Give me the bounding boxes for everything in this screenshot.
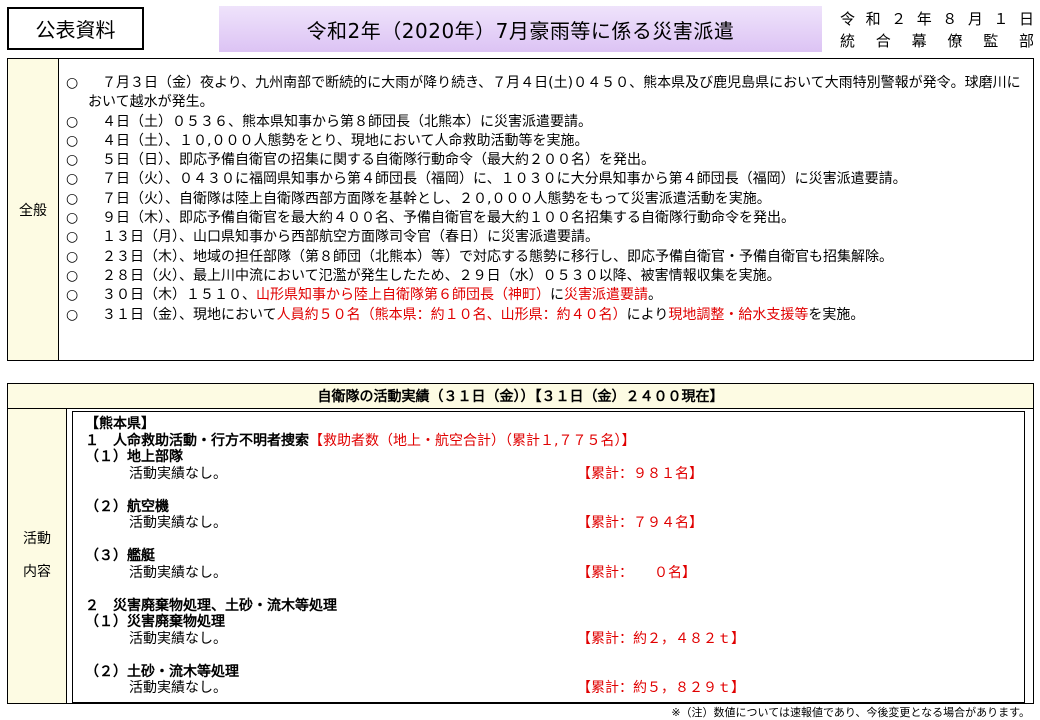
page-title: 令和2年（2020年）7月豪雨等に係る災害派遣 <box>219 6 822 52</box>
bullet-icon: ○ <box>66 190 79 207</box>
overview-item: ○ ７日（火）、０４３０に福岡県知事から第４師団長（福岡）に、１０３０に大分県知… <box>66 170 1025 189</box>
highlight-text: 災害派遣要請 <box>564 287 648 304</box>
overview-item: ○ ７日（火）、自衛隊は陸上自衛隊西部方面隊を基幹とし、２０,０００人態勢をもっ… <box>66 190 1025 209</box>
activity-text: 活動実績なし。 <box>129 515 227 531</box>
ships-title: （３）艦艇 <box>85 548 155 564</box>
aircraft-title: （２）航空機 <box>85 498 169 515</box>
waste-section-title: ２ 災害廃棄物処理、土砂・流木等処理 <box>85 597 337 614</box>
bullet-icon: ○ <box>66 267 79 284</box>
section-title-text: １ 人命救助活動・行方不明者捜索 <box>85 432 309 449</box>
activities-header: 自衛隊の活動実績（３１日（金））【３１日（金）２４００現在】 <box>8 384 1033 409</box>
overview-item-text: ３１日（金）、現地において人員約５０名（熊本県：約１０名、山形県：約４０名）によ… <box>88 306 1025 325</box>
overview-item: ○ １３日（月）、山口県知事から西部航空方面隊司令官（春日）に災害派遣要請。 <box>66 228 1025 247</box>
overview-item: ○ ７月３日（金）夜より、九州南部で断続的に大雨が降り続き、７月４日(土)０４５… <box>66 74 1025 113</box>
cumulative-value: 【累計：９８１名】 <box>577 465 703 482</box>
overview-item: ○ ９日（木）、即応予備自衛官を最大約４００名、予備自衛官を最大約１００名招集す… <box>66 209 1025 228</box>
rescue-section-title: １ 人命救助活動・行方不明者捜索【救助者数（地上・航空合計）（累計１,７７５名）… <box>85 433 1024 450</box>
highlight-text: 山形県知事から陸上自衛隊第６師団長（神町） <box>256 287 550 304</box>
overview-item-text: ７月３日（金）夜より、九州南部で断続的に大雨が降り続き、７月４日(土)０４５０、… <box>88 75 1021 111</box>
overview-item: ○ ４日（土）、１０,０００人態勢をとり、現地において人命救助活動等を実施。 <box>66 132 1025 151</box>
overview-item-text: ４日（土）、１０,０００人態勢をとり、現地において人命救助活動等を実施。 <box>88 132 589 149</box>
bullet-icon: ○ <box>66 171 79 188</box>
bullet-icon: ○ <box>66 210 79 227</box>
activity-list: 【熊本県】 １ 人命救助活動・行方不明者捜索【救助者数（地上・航空合計）（累計１… <box>85 416 1024 697</box>
text-segment: に <box>550 287 564 304</box>
overview-item-text: ３０日（木）１５１０、山形県知事から陸上自衛隊第６師団長（神町）に災害派遣要請。 <box>88 286 1025 305</box>
text-segment: 。 <box>648 287 662 304</box>
bullet-icon: ○ <box>66 152 79 169</box>
activity-text: 活動実績なし。 <box>129 465 227 482</box>
text-segment: ３１日（金）、現地において <box>88 306 277 323</box>
activity-row: 活動実績なし。 【累計：９８１名】 <box>85 466 1024 483</box>
cumulative-value: 【累計： ０名】 <box>577 564 696 581</box>
overview-item: ○ ５日（日）、即応予備自衛官の招集に関する自衛隊行動命令（最大約２００名）を発… <box>66 151 1025 170</box>
side-label-line: 活動 <box>23 531 51 547</box>
activities-section: 自衛隊の活動実績（３１日（金））【３１日（金）２４００現在】 活動 内容 【熊本… <box>7 383 1034 704</box>
overview-item: ○ ３１日（金）、現地において人員約５０名（熊本県：約１０名、山形県：約４０名）… <box>66 306 1025 325</box>
overview-list: ○ ７月３日（金）夜より、九州南部で断続的に大雨が降り続き、７月４日(土)０４５… <box>66 74 1025 325</box>
overview-item: ○ ２３日（木）、地域の担任部隊（第８師団（北熊本）等）で対応する態勢に移行し、… <box>66 248 1025 267</box>
activity-text: 活動実績なし。 <box>129 680 227 696</box>
bullet-icon: ○ <box>66 113 79 130</box>
side-label-line: 内容 <box>23 564 51 580</box>
text-segment: により <box>626 306 669 323</box>
disaster-waste-title: （１）災害廃棄物処理 <box>85 614 225 630</box>
cumulative-value: 【累計：約２，４８２ｔ】 <box>577 630 745 647</box>
overview-item-text: ５日（日）、即応予備自衛官の招集に関する自衛隊行動命令（最大約２００名）を発出。 <box>88 152 655 169</box>
rescue-total: 【救助者数（地上・航空合計）（累計１,７７５名）】 <box>309 432 636 449</box>
date-issuer-block: 令 和 ２ 年 ８ 月 １ 日 統 合 幕 僚 監 部 <box>840 8 1035 52</box>
ground-units-title: （１）地上部隊 <box>85 449 183 465</box>
cumulative-value: 【累計：約５，８２９ｔ】 <box>577 680 745 696</box>
highlight-text: 現地調整・給水支援等 <box>668 306 809 323</box>
soil-driftwood-title: （２）土砂・流木等処理 <box>85 663 239 680</box>
bullet-icon: ○ <box>66 287 79 304</box>
overview-item-text: ７日（火）、０４３０に福岡県知事から第４師団長（福岡）に、１０３０に大分県知事か… <box>88 171 907 188</box>
issuer: 統 合 幕 僚 監 部 <box>840 32 1035 50</box>
overview-section: 全般 ○ ７月３日（金）夜より、九州南部で断続的に大雨が降り続き、７月４日(土)… <box>7 58 1034 361</box>
overview-side-label: 全般 <box>8 59 59 360</box>
overview-item-text: ７日（火）、自衛隊は陸上自衛隊西部方面隊を基幹とし、２０,０００人態勢をもって災… <box>88 190 771 207</box>
footnote: ※（注）数値については速報値であり、今後変更となる場合があります。 <box>671 706 1030 719</box>
bullet-icon: ○ <box>66 229 79 246</box>
activity-text: 活動実績なし。 <box>129 564 227 581</box>
activity-text: 活動実績なし。 <box>129 630 227 647</box>
overview-item-text: ４日（土）０５３６、熊本県知事から第８師団長（北熊本）に災害派遣要請。 <box>88 113 592 130</box>
activities-content: 【熊本県】 １ 人命救助活動・行方不明者捜索【救助者数（地上・航空合計）（累計１… <box>67 409 1033 703</box>
bullet-icon: ○ <box>66 248 79 265</box>
overview-item: ○ ４日（土）０５３６、熊本県知事から第８師団長（北熊本）に災害派遣要請。 <box>66 113 1025 132</box>
overview-item-text: １３日（月）、山口県知事から西部航空方面隊司令官（春日）に災害派遣要請。 <box>88 229 599 246</box>
overview-item: ○ ３０日（木）１５１０、山形県知事から陸上自衛隊第６師団長（神町）に災害派遣要… <box>66 286 1025 305</box>
overview-item-text: ９日（木）、即応予備自衛官を最大約４００名、予備自衛官を最大約１００名招集する自… <box>88 210 795 227</box>
text-segment: を実施。 <box>808 306 865 323</box>
highlight-text: 人員約５０名（熊本県：約１０名、山形県：約４０名） <box>276 306 627 323</box>
issue-date: 令 和 ２ 年 ８ 月 １ 日 <box>840 10 1035 28</box>
overview-item: ○ ２８日（火）、最上川中流において氾濫が発生したため、２９日（水）０５３０以降… <box>66 267 1025 286</box>
overview-item-text: ２８日（火）、最上川中流において氾濫が発生したため、２９日（水）０５３０以降、被… <box>88 267 781 284</box>
activities-side-label: 活動 内容 <box>8 409 67 703</box>
activity-row: 活動実績なし。 【累計：約２，４８２ｔ】 <box>85 631 1024 648</box>
bullet-icon: ○ <box>66 306 79 323</box>
text-segment: ３０日（木）１５１０、 <box>88 287 256 304</box>
cumulative-value: 【累計：７９４名】 <box>577 515 703 531</box>
public-document-label: 公表資料 <box>7 7 144 50</box>
activity-row: 活動実績なし。 【累計： ０名】 <box>85 565 1024 582</box>
activity-row: 活動実績なし。 【累計：約５，８２９ｔ】 <box>85 680 1024 697</box>
prefecture-heading: 【熊本県】 <box>85 416 155 432</box>
bullet-icon: ○ <box>66 132 79 149</box>
bullet-icon: ○ <box>66 75 79 91</box>
overview-item-text: ２３日（木）、地域の担任部隊（第８師団（北熊本）等）で対応する態勢に移行し、即応… <box>88 248 893 265</box>
activity-row: 活動実績なし。 【累計：７９４名】 <box>85 515 1024 532</box>
activities-inner-box: 【熊本県】 １ 人命救助活動・行方不明者捜索【救助者数（地上・航空合計）（累計１… <box>72 411 1025 703</box>
